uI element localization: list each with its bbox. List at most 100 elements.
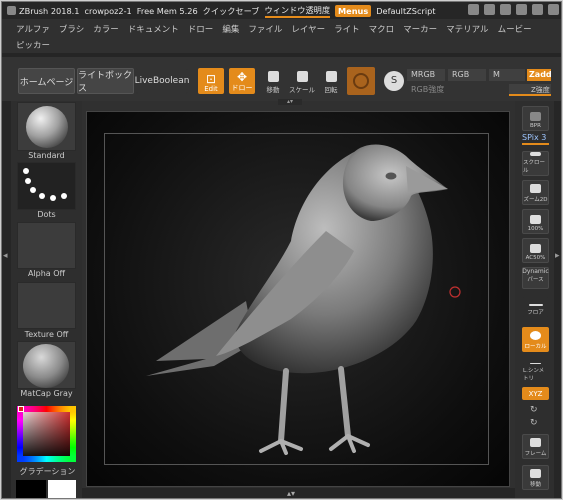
menu-item-9[interactable]: マクロ — [369, 25, 395, 35]
material-name: MatCap Gray — [20, 389, 73, 398]
lsym-icon — [530, 363, 541, 364]
crow-model[interactable] — [86, 111, 510, 487]
window-transparency-button[interactable]: ウィンドウ透明度 — [264, 4, 331, 18]
edit-button[interactable]: ⊡ Edit — [198, 68, 224, 94]
color-swap-icon[interactable]: S — [384, 71, 404, 91]
close-icon[interactable] — [548, 4, 559, 15]
rotate-y-icon[interactable]: ↻ — [530, 405, 538, 415]
layout-icon[interactable] — [468, 4, 479, 15]
menu-item-12[interactable]: ムービー — [498, 25, 532, 35]
texture-name: Texture Off — [24, 330, 69, 339]
quicksave-button[interactable]: クイックセーブ — [203, 5, 260, 17]
bottom-shelf: ▴▾ — [82, 488, 515, 498]
zoom-icon — [530, 184, 541, 193]
brush-name: Standard — [28, 151, 65, 160]
free-mem: Free Mem 5.26 — [136, 5, 198, 16]
frame-button[interactable]: フレーム — [522, 434, 549, 459]
menu-item-4[interactable]: ドロー — [188, 25, 214, 35]
move-view-icon — [530, 469, 541, 478]
zoom2d-button[interactable]: ズーム2D — [522, 180, 549, 205]
stroke-selector[interactable] — [17, 162, 76, 210]
alpha-selector[interactable] — [17, 222, 76, 269]
crow-legs — [278, 366, 351, 444]
standard-brush-icon — [26, 106, 68, 148]
actual-size-button[interactable]: 100% — [522, 209, 549, 234]
menu-icon[interactable] — [500, 4, 511, 15]
menu-item-11[interactable]: マテリアル — [446, 25, 488, 35]
scroll-button[interactable]: スクロール — [522, 151, 549, 176]
top-shelf: ホームページ ライトボックス LiveBoolean ⊡ Edit ✥ ドロー 移動… — [2, 57, 561, 101]
material-swatch-button[interactable] — [347, 67, 375, 95]
menu-item-5[interactable]: 編集 — [222, 25, 239, 35]
spix-slider[interactable]: SPix 3 — [522, 133, 552, 142]
actual-size-icon — [530, 215, 541, 224]
frame-icon — [530, 438, 541, 447]
left-tray-handle[interactable]: ◂ — [2, 101, 11, 498]
help-icon[interactable] — [484, 4, 495, 15]
bottom-shelf-toggle-icon[interactable]: ▴▾ — [287, 489, 295, 498]
file-name: crowpoz2-1 — [84, 5, 132, 16]
m-button[interactable]: M — [489, 69, 525, 81]
menu-item-1[interactable]: ブラシ — [59, 25, 84, 35]
main-color-swatch[interactable] — [48, 480, 76, 498]
menu-item-3[interactable]: ドキュメント — [128, 25, 179, 35]
rotate-button[interactable]: 回転 — [318, 68, 344, 94]
scale-icon — [296, 71, 308, 82]
menus-toggle[interactable]: Menus — [335, 4, 372, 17]
scale-button[interactable]: スケール — [289, 68, 315, 94]
menu-item-0[interactable]: アルファ — [16, 25, 50, 35]
liveboolean-button[interactable]: LiveBoolean — [135, 68, 189, 94]
app-title: ZBrush 2018.1 — [19, 5, 80, 16]
move-button[interactable]: 移動 — [260, 68, 286, 94]
material-selector[interactable] — [17, 341, 76, 389]
menu-item-7[interactable]: レイヤー — [291, 25, 325, 35]
bpr-button[interactable]: BPR — [522, 106, 549, 131]
default-zscript-button[interactable]: DefaultZScript — [376, 6, 435, 16]
brush-selector[interactable] — [17, 102, 76, 151]
gradient-label: グラデーション — [19, 467, 76, 476]
perspective-button[interactable]: Dynamic パース — [522, 267, 549, 289]
color-picker[interactable] — [17, 406, 76, 462]
main-menu-bar: アルファ ブラシ カラー ドキュメント ドロー 編集 ファイル レイヤー ライト マクロ マーカーマ… — [2, 19, 561, 67]
local-icon — [530, 331, 541, 340]
maximize-icon[interactable] — [532, 4, 543, 15]
draw-button[interactable]: ✥ ドロー — [229, 68, 255, 94]
secondary-color-swatch[interactable] — [16, 480, 46, 498]
local-button[interactable]: ローカル — [522, 327, 549, 352]
menu-item-8[interactable]: ライト — [334, 25, 360, 35]
rgb-intensity-slider[interactable]: RGB強度 — [407, 84, 507, 96]
zadd-button[interactable]: Zadd — [527, 69, 552, 81]
menu-item-6[interactable]: ファイル — [248, 25, 282, 35]
texture-selector[interactable] — [17, 282, 76, 329]
minimize-icon[interactable] — [516, 4, 527, 15]
color-marker[interactable] — [18, 406, 24, 412]
lsym-button[interactable]: L.シンメトリ — [522, 362, 549, 384]
menu-item-13[interactable]: ピッカー — [16, 41, 50, 51]
lightbox-button[interactable]: ライトボックス — [77, 68, 134, 94]
rgb-button[interactable]: RGB — [448, 69, 486, 81]
crow-beak — [406, 166, 448, 193]
z-intensity-slider[interactable]: Z強度 — [509, 84, 551, 96]
stroke-name: Dots — [37, 210, 56, 219]
menu-item-10[interactable]: マーカー — [403, 25, 437, 35]
title-bar: ZBrush 2018.1 crowpoz2-1 Free Mem 5.26 ク… — [2, 2, 561, 19]
ac50-button[interactable]: AC50% — [522, 238, 549, 263]
floor-button[interactable]: フロア — [522, 296, 549, 318]
brush-cursor — [449, 286, 461, 298]
crow-feet — [259, 434, 370, 455]
alpha-name: Alpha Off — [27, 269, 66, 278]
bpr-icon — [530, 112, 541, 121]
xyz-button[interactable]: XYZ — [522, 387, 549, 400]
homepage-button[interactable]: ホームページ — [18, 68, 75, 94]
spix-slider-bar — [522, 143, 549, 145]
hand-icon — [530, 152, 541, 156]
floor-icon — [528, 304, 543, 306]
move-view-button[interactable]: 移動 — [522, 465, 549, 490]
crow-eye — [384, 171, 398, 181]
rotate-z-icon[interactable]: ↻ — [530, 418, 538, 428]
zbrush-logo-icon — [7, 6, 16, 15]
right-tray-handle[interactable]: ▸ — [554, 101, 561, 498]
top-shelf-toggle[interactable]: ▴▾ — [278, 99, 302, 105]
menu-item-2[interactable]: カラー — [93, 25, 119, 35]
mrgb-button[interactable]: MRGB — [407, 69, 445, 81]
